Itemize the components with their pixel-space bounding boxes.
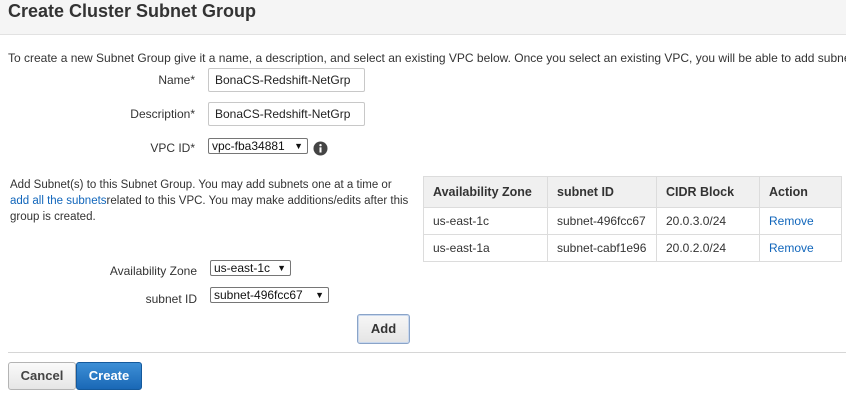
remove-link[interactable]: Remove — [759, 234, 842, 262]
divider — [8, 352, 846, 353]
description-label: Description* — [130, 107, 195, 121]
cidr-cell: 20.0.3.0/24 — [656, 207, 760, 235]
availability-zone-select-value: us-east-1c — [214, 261, 271, 275]
chevron-down-icon: ▼ — [315, 290, 324, 300]
add-all-subnets-link[interactable]: add all the subnets — [10, 195, 107, 207]
table-row: us-east-1a subnet-cabf1e96 20.0.2.0/24 R… — [423, 234, 842, 262]
intro-text: To create a new Subnet Group give it a n… — [8, 51, 846, 65]
subnet-cell: subnet-cabf1e96 — [547, 234, 657, 262]
help-text-before: Add Subnet(s) to this Subnet Group. You … — [10, 179, 392, 191]
column-header: subnet ID — [547, 176, 657, 208]
az-cell: us-east-1c — [423, 207, 548, 235]
info-icon[interactable] — [313, 141, 328, 156]
vpc-select-value: vpc-fba34881 — [212, 139, 285, 153]
subnet-id-select-value: subnet-496fcc67 — [214, 288, 303, 302]
subnet-id-select[interactable]: subnet-496fcc67 ▼ — [210, 287, 329, 303]
column-header: Availability Zone — [423, 176, 548, 208]
column-header: Action — [759, 176, 842, 208]
vpc-label: VPC ID* — [150, 141, 195, 155]
dialog-header: Create Cluster Subnet Group — [0, 0, 846, 35]
az-cell: us-east-1a — [423, 234, 548, 262]
chevron-down-icon: ▼ — [277, 263, 286, 273]
table-row: us-east-1c subnet-496fcc67 20.0.3.0/24 R… — [423, 207, 842, 235]
subnet-table: Availability Zone subnet ID CIDR Block A… — [423, 176, 842, 262]
vpc-select[interactable]: vpc-fba34881 ▼ — [208, 138, 308, 154]
availability-zone-label: Availability Zone — [109, 264, 197, 278]
table-header-row: Availability Zone subnet ID CIDR Block A… — [423, 176, 842, 208]
description-input[interactable] — [208, 102, 365, 126]
subnet-id-label: subnet ID — [145, 292, 197, 306]
cancel-button[interactable]: Cancel — [8, 362, 76, 390]
cidr-cell: 20.0.2.0/24 — [656, 234, 760, 262]
name-input[interactable] — [208, 68, 365, 92]
availability-zone-select[interactable]: us-east-1c ▼ — [210, 260, 291, 276]
subnet-cell: subnet-496fcc67 — [547, 207, 657, 235]
chevron-down-icon: ▼ — [294, 141, 303, 151]
add-button[interactable]: Add — [357, 314, 410, 344]
name-label: Name* — [158, 73, 195, 87]
create-button[interactable]: Create — [76, 362, 142, 390]
subnet-help-text: Add Subnet(s) to this Subnet Group. You … — [10, 177, 410, 225]
remove-link[interactable]: Remove — [759, 207, 842, 235]
dialog-title: Create Cluster Subnet Group — [8, 1, 257, 21]
column-header: CIDR Block — [656, 176, 760, 208]
